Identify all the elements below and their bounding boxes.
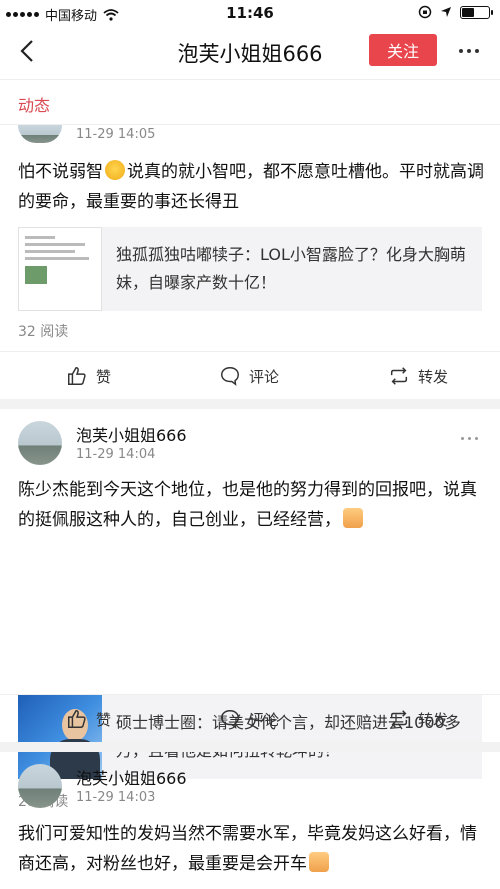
status-bar: 中国移动 11:46 xyxy=(0,0,500,28)
repost-icon xyxy=(390,710,408,728)
more-options-button[interactable] xyxy=(452,34,486,68)
location-icon xyxy=(441,7,451,17)
comment-button[interactable]: 评论 xyxy=(219,352,279,400)
like-button[interactable]: 赞 xyxy=(66,352,111,400)
thumbs-up-emoji xyxy=(343,508,363,528)
shared-article-card[interactable]: 独孤孤独咕嘟犊子：LOL小智露脸了？化身大胸萌妹，自曝家产数十亿！ xyxy=(18,227,482,311)
like-button[interactable]: 赞 xyxy=(66,695,111,743)
avatar[interactable] xyxy=(18,421,62,465)
post-text: 怕不说弱智 说真的就小智吧，都不愿意吐槽他。平时就高调的要命，最重要的事还长得丑 xyxy=(18,160,484,212)
avatar[interactable] xyxy=(18,125,62,143)
user-name[interactable]: 泡芙小姐姐666 xyxy=(76,765,187,789)
post-more-button[interactable] xyxy=(461,437,478,440)
repost-icon xyxy=(390,367,408,385)
rotation-lock-icon xyxy=(418,5,432,19)
post-time: 11-29 14:05 xyxy=(76,127,156,142)
article-thumbnail xyxy=(18,227,102,311)
status-right xyxy=(418,5,493,19)
post-text: 我们可爱知性的发妈当然不需要水军，毕竟发妈这么好看，情商还高，对粉丝也好，最重要… xyxy=(18,824,477,874)
comment-icon xyxy=(221,710,239,729)
action-bar: 赞 评论 转发 xyxy=(0,351,500,399)
user-name[interactable]: 泡芙小姐姐666 xyxy=(76,422,187,446)
battery-icon xyxy=(460,5,493,19)
read-count: 32 阅读 xyxy=(18,324,69,340)
more-icon xyxy=(459,49,479,53)
thumbs-up-icon xyxy=(68,710,86,728)
more-icon xyxy=(461,437,478,440)
follow-button[interactable]: 关注 xyxy=(369,34,437,66)
post-time: 11-29 14:04 xyxy=(76,447,156,462)
post-card: 泡芙小姐姐666 11-29 14:03 我们可爱知性的发妈当然不需要水军，毕竟… xyxy=(0,752,500,889)
shared-article-title: 独孤孤独咕嘟犊子：LOL小智露脸了？化身大胸萌妹，自曝家产数十亿！ xyxy=(116,245,466,292)
post-time: 11-29 14:03 xyxy=(76,790,156,805)
avatar[interactable] xyxy=(18,764,62,808)
post-text: 陈少杰能到今天这个地位，也是他的努力得到的回报吧，说真的挺佩服这种人的，自己创业… xyxy=(18,480,477,530)
comment-icon xyxy=(221,367,239,386)
tab-dynamics[interactable]: 动态 xyxy=(18,92,50,116)
comment-button[interactable]: 评论 xyxy=(219,695,279,743)
thumbs-up-icon xyxy=(68,367,86,385)
sleeping-face-emoji xyxy=(105,160,125,180)
separator xyxy=(0,399,500,409)
section-tab-bar: 动态 xyxy=(0,79,500,125)
post-card: 泡芙小姐姐666 11-29 14:04 陈少杰能到今天这个地位，也是他的努力得… xyxy=(0,409,500,810)
repost-button[interactable]: 转发 xyxy=(388,695,448,743)
nav-bar: 泡芙小姐姐666 关注 xyxy=(0,28,500,74)
thumbs-up-emoji xyxy=(309,852,329,872)
repost-button[interactable]: 转发 xyxy=(388,352,448,400)
separator xyxy=(0,742,500,752)
post-card: 11-29 14:05 怕不说弱智 说真的就小智吧，都不愿意吐槽他。平时就高调的要… xyxy=(0,125,500,402)
action-bar: 赞 评论 转发 xyxy=(0,694,500,742)
